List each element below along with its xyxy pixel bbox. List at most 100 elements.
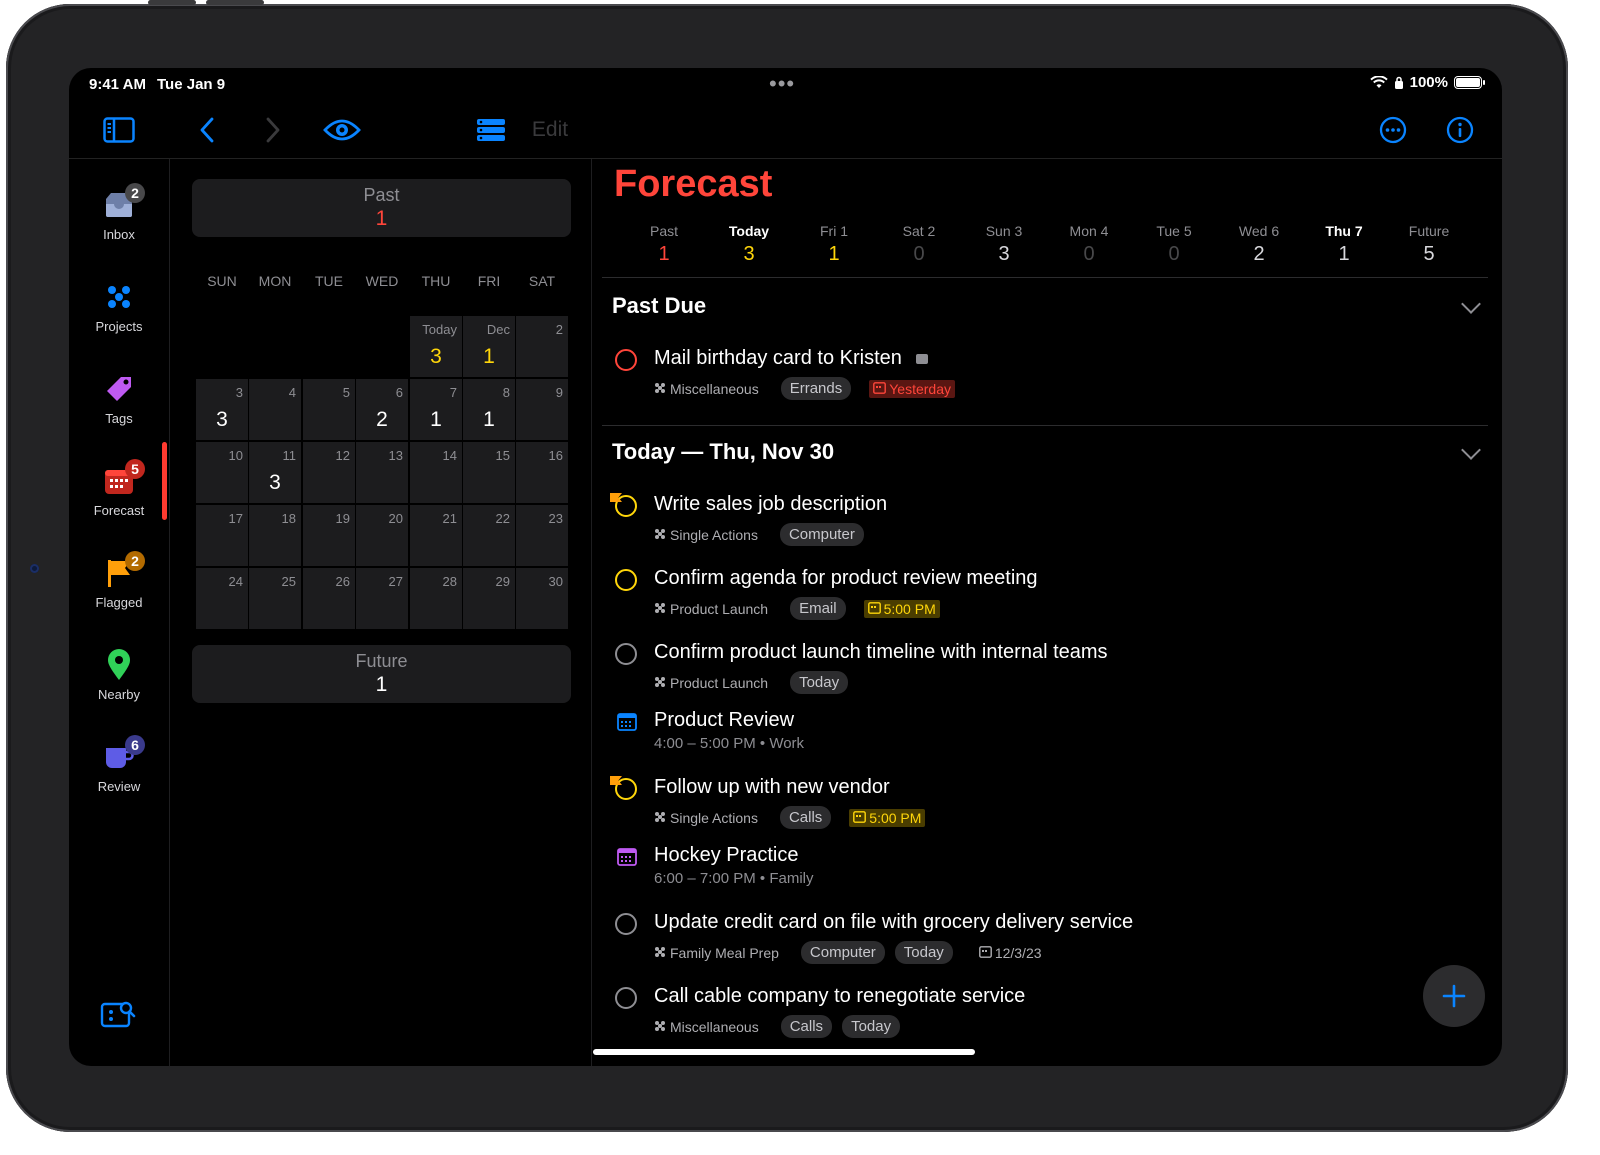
note-icon bbox=[915, 353, 928, 364]
day-number: 2 bbox=[555, 322, 563, 337]
forecast-day[interactable]: Wed 6 2 bbox=[1219, 223, 1299, 266]
task-status-circle[interactable] bbox=[615, 987, 637, 1009]
calendar-day-cell[interactable]: 29 bbox=[463, 568, 515, 629]
calendar-day-cell[interactable]: 24 bbox=[196, 568, 248, 629]
calendar-day-cell[interactable]: 23 bbox=[516, 505, 568, 566]
sidebar-item-projects[interactable]: Projects bbox=[69, 277, 169, 334]
list-view-icon[interactable] bbox=[473, 112, 509, 148]
calendar-day-cell[interactable]: 2 bbox=[516, 316, 568, 377]
calendar-day-cell[interactable]: 4 bbox=[249, 379, 301, 440]
task-title[interactable]: Call cable company to renegotiate servic… bbox=[654, 985, 1025, 1008]
back-chevron-icon[interactable] bbox=[191, 112, 223, 148]
calendar-day-cell[interactable]: 22 bbox=[463, 505, 515, 566]
perspective-search-button[interactable] bbox=[69, 995, 169, 1035]
due-calendar-icon bbox=[853, 810, 867, 826]
sidebar-item-tags[interactable]: Tags bbox=[69, 369, 169, 426]
calendar-day-cell[interactable]: 18 bbox=[249, 505, 301, 566]
past-pill[interactable]: Past 1 bbox=[192, 179, 571, 237]
section-today[interactable]: Today — Thu, Nov 30 bbox=[612, 439, 834, 465]
tag-chip[interactable]: Email bbox=[790, 597, 846, 620]
forecast-day[interactable]: Mon 4 0 bbox=[1049, 223, 1129, 266]
task-title[interactable]: Follow up with new vendor bbox=[654, 776, 890, 799]
task-title[interactable]: Update credit card on file with grocery … bbox=[654, 911, 1133, 934]
calendar-day-cell[interactable]: 17 bbox=[196, 505, 248, 566]
task-project: Product Launch bbox=[654, 675, 768, 691]
forecast-day[interactable]: Sun 3 3 bbox=[964, 223, 1044, 266]
task-status-circle[interactable] bbox=[615, 569, 637, 591]
calendar-day-cell[interactable]: 13 bbox=[356, 442, 408, 503]
info-icon[interactable] bbox=[1444, 112, 1476, 148]
tag-chip[interactable]: Computer bbox=[779, 523, 864, 546]
eye-icon[interactable] bbox=[321, 112, 363, 148]
forecast-day[interactable]: Sat 2 0 bbox=[879, 223, 959, 266]
calendar-day-cell[interactable]: 25 bbox=[249, 568, 301, 629]
calendar-day-cell[interactable]: 12 bbox=[303, 442, 355, 503]
sidebar-item-nearby[interactable]: Nearby bbox=[69, 645, 169, 702]
task-title[interactable]: Mail birthday card to Kristen bbox=[654, 347, 928, 370]
forecast-day[interactable]: Future 5 bbox=[1389, 223, 1469, 266]
calendar-day-cell[interactable]: 16 bbox=[516, 442, 568, 503]
day-number: 10 bbox=[228, 448, 243, 463]
tag-chip[interactable]: Today bbox=[894, 941, 953, 964]
calendar-day-cell[interactable]: 28 bbox=[410, 568, 462, 629]
future-pill[interactable]: Future 1 bbox=[192, 645, 571, 703]
forecast-day[interactable]: Past 1 bbox=[624, 223, 704, 266]
project-name: Product Launch bbox=[670, 600, 769, 617]
task-status-circle[interactable] bbox=[615, 349, 637, 371]
forecast-day[interactable]: Today 3 bbox=[709, 223, 789, 266]
sidebar-item-label: Projects bbox=[95, 319, 143, 334]
calendar-day-cell[interactable]: 11 3 bbox=[249, 442, 301, 503]
chevron-down-icon[interactable] bbox=[1461, 294, 1481, 314]
more-options-icon[interactable] bbox=[1377, 112, 1409, 148]
calendar-day-cell[interactable]: 26 bbox=[303, 568, 355, 629]
calendar-day-cell[interactable]: Dec 1 bbox=[463, 316, 515, 377]
forecast-day[interactable]: Tue 5 0 bbox=[1134, 223, 1214, 266]
tag-chip[interactable]: Calls bbox=[780, 1015, 833, 1038]
forecast-day[interactable]: Fri 1 1 bbox=[794, 223, 874, 266]
tag-chip[interactable]: Today bbox=[842, 1015, 901, 1038]
calendar-day-cell[interactable]: 21 bbox=[410, 505, 462, 566]
add-task-button[interactable] bbox=[1423, 965, 1485, 1027]
tag-chip[interactable]: Computer bbox=[800, 941, 885, 964]
multitasking-dots-icon[interactable]: ••• bbox=[769, 71, 795, 97]
calendar-day-cell[interactable]: Today 3 bbox=[410, 316, 462, 377]
calendar-day-cell[interactable]: 15 bbox=[463, 442, 515, 503]
project-icon bbox=[654, 675, 666, 691]
sidebar-item-review[interactable]: 6 Review bbox=[69, 735, 169, 794]
calendar-day-cell[interactable]: 30 bbox=[516, 568, 568, 629]
forecast-day[interactable]: Thu 7 1 bbox=[1304, 223, 1384, 266]
project-name: Miscellaneous bbox=[670, 1018, 759, 1035]
sidebar-item-inbox[interactable]: 2 Inbox bbox=[69, 183, 169, 242]
weekday-label: THU bbox=[421, 273, 451, 289]
calendar-day-cell[interactable]: 20 bbox=[356, 505, 408, 566]
calendar-day-cell[interactable]: 14 bbox=[410, 442, 462, 503]
sidebar-item-flagged[interactable]: 2 Flagged bbox=[69, 551, 169, 610]
forward-chevron-icon[interactable] bbox=[257, 112, 289, 148]
calendar-day-cell[interactable]: 5 bbox=[303, 379, 355, 440]
edit-button[interactable]: Edit bbox=[527, 112, 573, 148]
section-past-due[interactable]: Past Due bbox=[612, 293, 706, 319]
tag-chip[interactable]: Errands bbox=[780, 377, 852, 400]
calendar-day-cell[interactable]: 33 bbox=[196, 379, 248, 440]
calendar-day-cell[interactable]: 9 bbox=[516, 379, 568, 440]
weekday-label: FRI bbox=[477, 273, 501, 289]
tag-chip[interactable]: Calls bbox=[779, 806, 832, 829]
task-status-circle[interactable] bbox=[615, 643, 637, 665]
calendar-day-cell[interactable]: 27 bbox=[356, 568, 408, 629]
task-status-circle[interactable] bbox=[615, 913, 637, 935]
forecast-day-label: Wed 6 bbox=[1238, 223, 1280, 239]
chevron-down-icon[interactable] bbox=[1461, 440, 1481, 460]
calendar-day-cell[interactable]: 19 bbox=[303, 505, 355, 566]
calendar-day-cell[interactable]: 71 bbox=[410, 379, 462, 440]
task-title[interactable]: Confirm product launch timeline with int… bbox=[654, 641, 1108, 664]
calendar-day-cell[interactable]: 10 bbox=[196, 442, 248, 503]
task-title[interactable]: Confirm agenda for product review meetin… bbox=[654, 567, 1038, 590]
sidebar-toggle-icon[interactable] bbox=[99, 112, 139, 148]
calendar-day-cell[interactable]: 62 bbox=[356, 379, 408, 440]
sidebar-item-label: Review bbox=[97, 779, 141, 794]
tag-chip[interactable]: Today bbox=[790, 671, 849, 694]
task-title[interactable]: Write sales job description bbox=[654, 493, 887, 516]
sidebar-item-forecast[interactable]: 5 Forecast bbox=[69, 459, 169, 518]
calendar-day-cell[interactable]: 81 bbox=[463, 379, 515, 440]
divider bbox=[602, 277, 1488, 278]
